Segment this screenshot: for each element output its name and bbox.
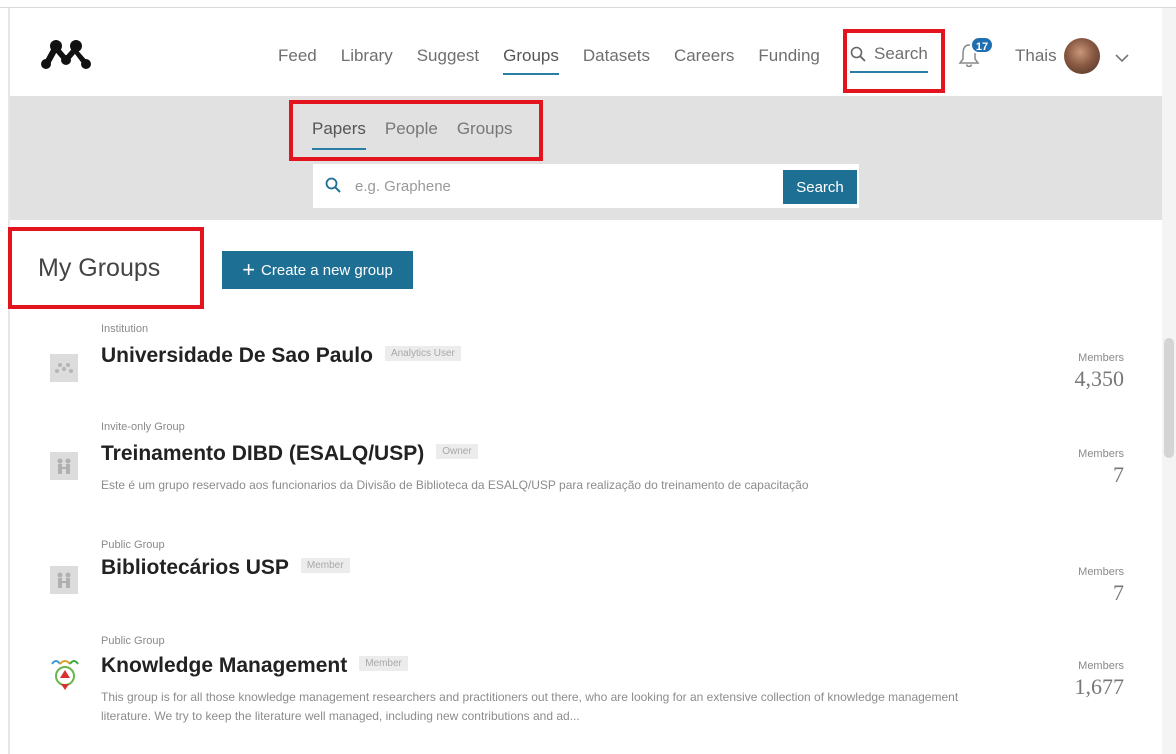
user-name[interactable]: Thais: [1015, 46, 1057, 66]
page-title: My Groups: [38, 254, 161, 282]
role-badge: Member: [300, 557, 350, 573]
group-name-text[interactable]: Universidade De Sao Paulo: [101, 344, 373, 367]
nav-groups[interactable]: Groups: [503, 45, 559, 75]
group-type: Public Group: [101, 539, 165, 551]
nav-search-link[interactable]: Search: [850, 44, 928, 73]
members-count: 4,350: [1074, 366, 1125, 391]
tab-papers[interactable]: Papers: [312, 118, 366, 150]
people-group-icon: [50, 566, 78, 594]
role-badge: Owner: [436, 443, 478, 459]
search-tabs: Papers People Groups: [312, 118, 532, 150]
search-input[interactable]: [355, 164, 775, 208]
create-group-button[interactable]: + Create a new group: [222, 251, 413, 289]
nav-feed[interactable]: Feed: [278, 45, 317, 67]
notification-count-badge[interactable]: 17: [970, 36, 994, 54]
top-navigation: Feed Library Suggest Groups Datasets Car…: [10, 8, 1162, 96]
group-name-text[interactable]: Treinamento DIBD (ESALQ/USP): [101, 442, 424, 465]
group-name[interactable]: Knowledge Management Member: [101, 654, 408, 678]
people-group-icon: [50, 452, 78, 480]
members-label: Members: [1078, 352, 1124, 364]
group-item[interactable]: Public Group Bibliotecários USP Member Me…: [10, 536, 1150, 616]
nav-careers[interactable]: Careers: [674, 45, 734, 67]
group-name[interactable]: Universidade De Sao Paulo Analytics User: [101, 344, 461, 368]
tab-groups[interactable]: Groups: [457, 118, 513, 140]
members-label: Members: [1078, 660, 1124, 672]
search-band: Papers People Groups Search: [10, 96, 1162, 220]
members-count: 7: [1113, 462, 1124, 487]
create-group-label: Create a new group: [261, 261, 393, 279]
tab-people[interactable]: People: [385, 118, 438, 140]
search-button[interactable]: Search: [783, 170, 857, 204]
plus-icon: +: [242, 257, 256, 282]
group-description: This group is for all those knowledge ma…: [101, 690, 959, 723]
search-box: Search: [313, 164, 859, 208]
group-type: Invite-only Group: [101, 421, 185, 433]
main-nav: Feed Library Suggest Groups Datasets Car…: [278, 45, 844, 75]
mendeley-logo-icon[interactable]: [38, 36, 94, 72]
nav-suggest[interactable]: Suggest: [417, 45, 479, 67]
chevron-down-icon[interactable]: [1114, 53, 1130, 65]
members-label: Members: [1078, 566, 1124, 578]
scrollbar[interactable]: [1162, 8, 1176, 754]
group-name[interactable]: Bibliotecários USP Member: [101, 556, 350, 580]
group-type: Institution: [101, 323, 149, 335]
members-label: Members: [1078, 448, 1124, 460]
search-icon: [325, 177, 341, 193]
search-icon: [850, 46, 866, 62]
group-name-text[interactable]: Knowledge Management: [101, 654, 347, 677]
group-description: Este é um grupo reservado aos funcionari…: [101, 478, 809, 492]
group-item[interactable]: Public Group Knowledge Management Member …: [10, 632, 1150, 742]
members-count: 7: [1113, 580, 1124, 605]
group-name-text[interactable]: Bibliotecários USP: [101, 556, 289, 579]
group-item[interactable]: Invite-only Group Treinamento DIBD (ESAL…: [10, 418, 1150, 508]
nav-library[interactable]: Library: [341, 45, 393, 67]
group-name[interactable]: Treinamento DIBD (ESALQ/USP) Owner: [101, 442, 478, 466]
group-type: Public Group: [101, 635, 165, 647]
institution-logo-icon: [50, 354, 78, 382]
knowledge-management-logo-icon: [51, 660, 79, 690]
role-badge: Analytics User: [384, 345, 461, 361]
nav-datasets[interactable]: Datasets: [583, 45, 650, 67]
nav-funding[interactable]: Funding: [758, 45, 819, 67]
group-item[interactable]: Institution Universidade De Sao Paulo Ana…: [10, 320, 1150, 410]
window-top-border: [0, 0, 1176, 8]
nav-search-label: Search: [874, 44, 928, 63]
avatar[interactable]: [1064, 38, 1100, 74]
members-count: 1,677: [1074, 674, 1125, 699]
scrollbar-thumb[interactable]: [1164, 338, 1174, 458]
role-badge: Member: [359, 655, 408, 671]
